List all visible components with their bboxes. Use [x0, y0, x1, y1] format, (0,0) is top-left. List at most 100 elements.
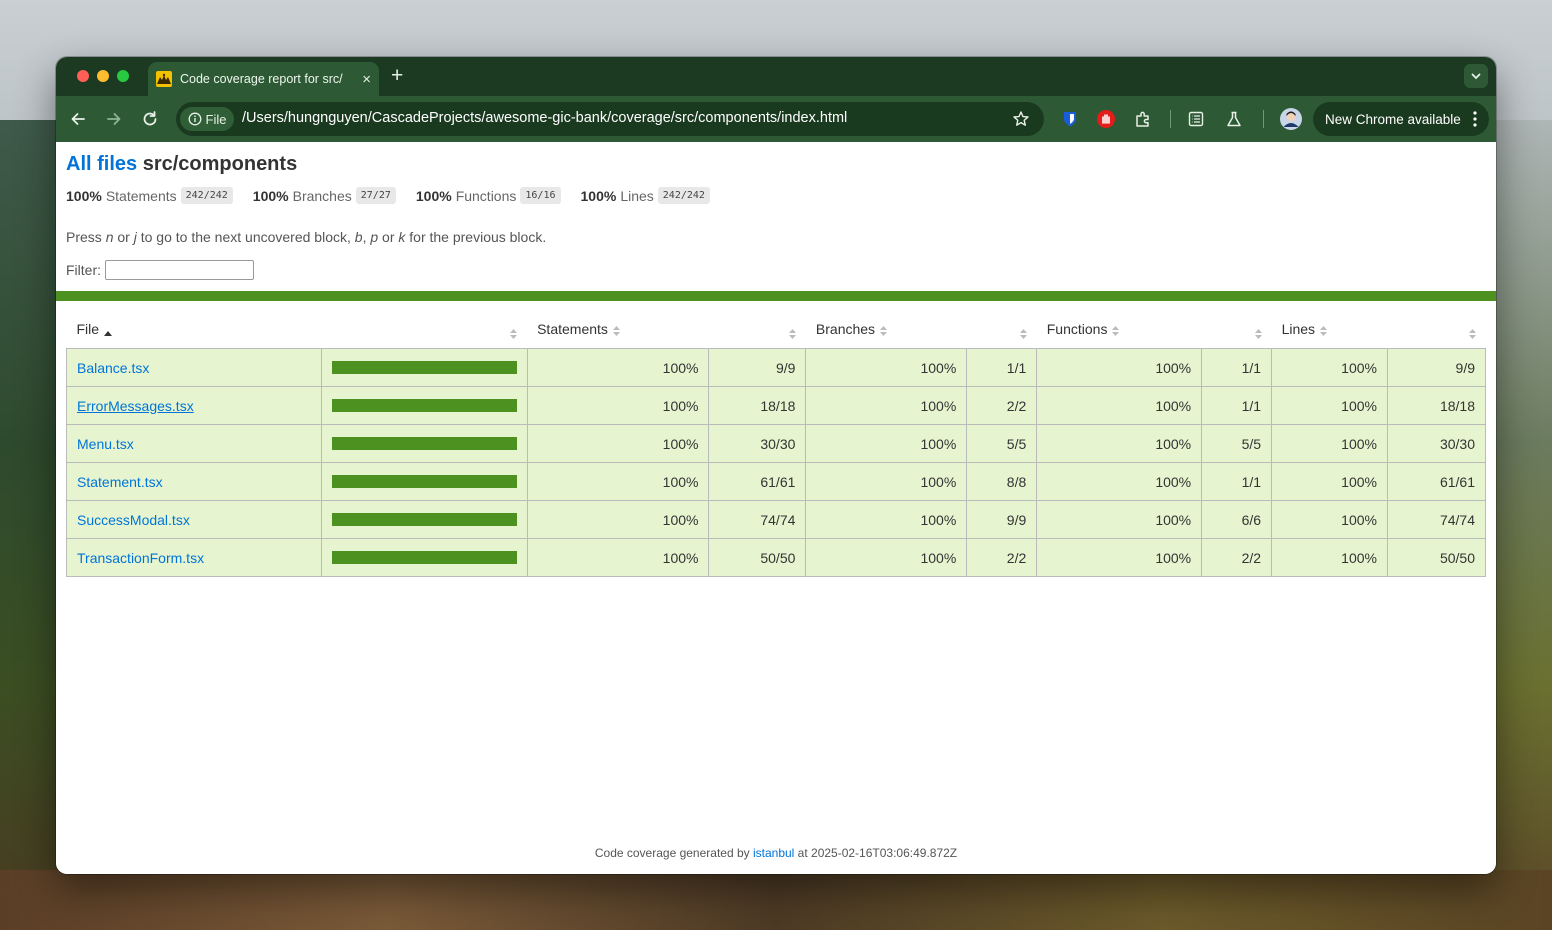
browser-window: Code coverage report for src/ × + File /…	[56, 57, 1496, 874]
file-cell: TransactionForm.tsx	[66, 538, 322, 577]
profile-avatar[interactable]	[1280, 108, 1302, 130]
table-row: ErrorMessages.tsx 100% 18/18 100% 2/2 100% 1/1…	[66, 386, 1487, 425]
sort-icon	[788, 326, 796, 342]
table-row: Menu.tsx 100% 30/30 100% 5/5 100% 5/5 100% 30/30	[66, 424, 1487, 463]
header-statements-count[interactable]	[709, 312, 806, 349]
branches-pct-cell: 100%	[805, 538, 968, 577]
functions-pct-cell: 100%	[1036, 424, 1203, 463]
toolbar-separator	[1170, 110, 1171, 128]
file-link[interactable]: Menu.tsx	[77, 436, 134, 452]
maximize-window-button[interactable]	[117, 70, 129, 82]
filter-input[interactable]	[105, 260, 254, 280]
tab-active[interactable]: Code coverage report for src/ ×	[148, 62, 379, 96]
coverage-bar-track	[331, 399, 517, 412]
branches-count-cell: 1/1	[966, 348, 1038, 387]
table-row: Balance.tsx 100% 9/9 100% 1/1 100% 1/1 100% 9/9	[66, 348, 1487, 387]
coverage-bar-fill	[331, 361, 517, 374]
header-branches-count[interactable]	[967, 312, 1037, 349]
sort-icon	[880, 323, 888, 339]
coverage-bar-fill	[331, 551, 517, 564]
url-text[interactable]: /Users/hungnguyen/CascadeProjects/awesom…	[242, 110, 847, 126]
coverage-table: File Statements Branches Functions Lines…	[66, 312, 1487, 577]
header-file[interactable]: File	[67, 312, 322, 349]
header-lines-count[interactable]	[1387, 312, 1485, 349]
summary-fraction: 27/27	[355, 187, 396, 204]
reading-list-icon[interactable]	[1186, 109, 1206, 129]
address-bar[interactable]: File /Users/hungnguyen/CascadeProjects/a…	[176, 102, 1044, 136]
hint-text: for the previous block.	[405, 229, 547, 245]
header-label: Lines	[1281, 321, 1316, 338]
coverage-bar-fill	[331, 475, 517, 488]
bookmark-star-icon[interactable]	[1012, 110, 1030, 133]
summary-pct: 100%	[580, 187, 617, 204]
labs-icon[interactable]	[1224, 109, 1244, 129]
lines-pct-cell: 100%	[1271, 500, 1388, 539]
lines-count-cell: 30/30	[1386, 424, 1487, 463]
back-icon[interactable]	[68, 109, 88, 129]
filter-row: Filter:	[66, 260, 254, 280]
header-functions[interactable]: Functions	[1037, 312, 1202, 349]
functions-pct-cell: 100%	[1036, 386, 1203, 425]
summary-pct: 100%	[252, 187, 289, 204]
coverage-status-bar	[56, 291, 1496, 301]
statements-count-cell: 61/61	[708, 462, 807, 501]
sort-icon	[1320, 323, 1328, 339]
extensions-icon[interactable]	[1133, 109, 1153, 129]
summary-fraction: 242/242	[657, 187, 710, 204]
branches-pct-cell: 100%	[805, 348, 968, 387]
tab-search-button[interactable]	[1464, 64, 1488, 88]
header-functions-count[interactable]	[1202, 312, 1272, 349]
bitwarden-icon[interactable]	[1060, 109, 1080, 129]
header-statements[interactable]: Statements	[527, 312, 709, 349]
update-button-label: New Chrome available	[1325, 111, 1461, 127]
header-label: Functions	[1046, 321, 1108, 338]
istanbul-link[interactable]: istanbul	[753, 846, 794, 860]
adblock-icon[interactable]	[1096, 109, 1116, 129]
close-window-button[interactable]	[77, 70, 89, 82]
file-link[interactable]: TransactionForm.tsx	[77, 550, 204, 566]
file-link[interactable]: ErrorMessages.tsx	[77, 398, 194, 414]
summary-functions: 100% Functions 16/16	[416, 187, 561, 204]
file-link[interactable]: Balance.tsx	[77, 360, 149, 376]
statements-count-cell: 50/50	[708, 538, 807, 577]
toolbar-separator	[1263, 110, 1264, 128]
coverage-bar-track	[331, 513, 517, 526]
header-file-bar[interactable]	[321, 312, 527, 349]
hint-text: or	[378, 229, 399, 245]
statements-count-cell: 30/30	[708, 424, 807, 463]
sort-icon	[1019, 326, 1027, 342]
coverage-bar-cell	[320, 386, 528, 425]
site-info-chip[interactable]: File	[180, 107, 234, 131]
file-link[interactable]: Statement.tsx	[77, 474, 163, 490]
summary-pct: 100%	[415, 187, 452, 204]
menu-icon[interactable]	[1473, 111, 1477, 130]
chrome-update-button[interactable]: New Chrome available	[1313, 102, 1489, 136]
statements-pct-cell: 100%	[526, 424, 710, 463]
reload-icon[interactable]	[140, 109, 160, 129]
new-tab-button[interactable]: +	[391, 65, 403, 87]
functions-count-cell: 1/1	[1201, 348, 1273, 387]
header-lines[interactable]: Lines	[1272, 312, 1388, 349]
tab-close-icon[interactable]: ×	[362, 72, 371, 87]
coverage-bar-fill	[331, 513, 517, 526]
header-branches[interactable]: Branches	[806, 312, 967, 349]
statements-count-cell: 18/18	[708, 386, 807, 425]
summary-lines: 100% Lines 242/242	[581, 187, 710, 204]
table-row: SuccessModal.tsx 100% 74/74 100% 9/9 100% 6/6 1…	[66, 500, 1487, 539]
header-label: File	[76, 321, 100, 338]
file-link[interactable]: SuccessModal.tsx	[77, 512, 190, 528]
header-label: Statements	[537, 321, 608, 338]
functions-count-cell: 1/1	[1201, 462, 1273, 501]
branches-count-cell: 2/2	[966, 538, 1038, 577]
summary-pct: 100%	[66, 187, 102, 204]
lines-pct-cell: 100%	[1271, 348, 1388, 387]
filter-label: Filter:	[66, 262, 101, 278]
minimize-window-button[interactable]	[97, 70, 109, 82]
summary-label: Statements	[105, 187, 177, 204]
breadcrumb-all-files-link[interactable]: All files	[66, 153, 137, 175]
coverage-bar-cell	[320, 500, 528, 539]
forward-icon[interactable]	[104, 109, 124, 129]
summary-fraction: 242/242	[180, 187, 233, 204]
coverage-bar-fill	[331, 437, 517, 450]
sort-icon	[612, 323, 620, 339]
